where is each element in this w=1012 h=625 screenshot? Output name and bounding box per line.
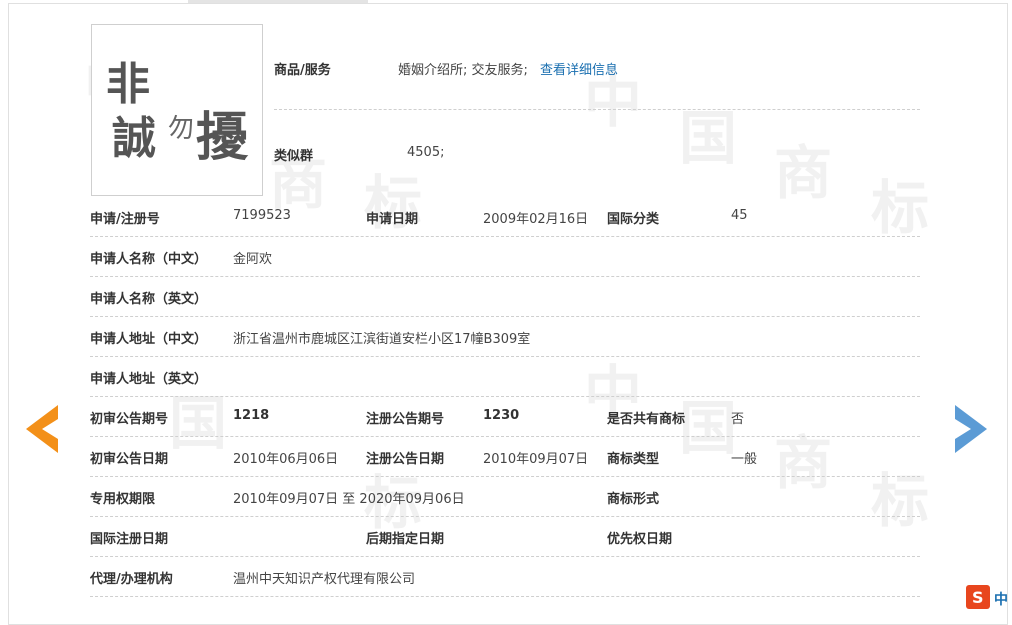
tm-form-label: 商标形式 [607, 492, 660, 507]
detail-row: 申请人地址（中文） 浙江省温州市鹿城区江滨街道安栏小区17幢B309室 [90, 317, 920, 357]
goods-detail-link[interactable]: 查看详细信息 [540, 59, 618, 78]
prelim-no-label: 初审公告期号 [90, 412, 169, 427]
detail-row: 国际注册日期 后期指定日期 优先权日期 [90, 517, 920, 557]
detail-row: 申请人名称（中文） 金阿欢 [90, 237, 920, 277]
prelim-date-label: 初审公告日期 [90, 452, 169, 467]
sogou-s-icon: S 中 [966, 585, 1008, 609]
later-date-label: 后期指定日期 [366, 532, 445, 547]
trademark-logo: 非 誠 勿 擾 [106, 59, 249, 168]
detail-row: 专用权期限 2010年09月07日 至 2020年09月06日 商标形式 [90, 477, 920, 517]
reg-pub-no-label: 注册公告期号 [366, 412, 445, 427]
ime-toolbar[interactable]: S 中 [966, 584, 1012, 610]
intl-class-value: 45 [731, 208, 748, 223]
detail-row: 代理/办理机构 温州中天知识产权代理有限公司 [90, 557, 920, 597]
detail-row: 初审公告期号 1218 注册公告期号 1230 是否共有商标 否 [90, 397, 920, 437]
shared-label: 是否共有商标 [607, 412, 686, 427]
exclusive-label: 专用权期限 [90, 492, 156, 507]
goods-value: 婚姻介绍所; 交友服务; [398, 63, 528, 78]
apply-date-value: 2009年02月16日 [483, 212, 589, 227]
right-arrow-icon [955, 405, 987, 453]
similar-group-row: 类似群 4505; [274, 110, 920, 194]
applicant-en-label: 申请人名称（英文） [90, 292, 208, 307]
address-cn-label: 申请人地址（中文） [90, 332, 208, 347]
reg-pub-no-value: 1230 [483, 408, 520, 423]
address-cn-value: 浙江省温州市鹿城区江滨街道安栏小区17幢B309室 [233, 332, 531, 347]
next-button[interactable] [953, 405, 987, 453]
detail-row: 申请人名称（英文） [90, 277, 920, 317]
prelim-no-value: 1218 [233, 408, 270, 423]
goods-row: 商品/服务 婚姻介绍所; 交友服务; 查看详细信息 [274, 24, 920, 110]
similar-group-value: 4505; [407, 145, 445, 160]
prev-button[interactable] [26, 405, 60, 453]
logo-char: 勿 [168, 114, 194, 144]
exclusive-value: 2010年09月07日 至 2020年09月06日 [233, 492, 465, 507]
left-arrow-icon [26, 405, 58, 453]
tm-type-value: 一般 [731, 452, 758, 467]
logo-char: 誠 [112, 113, 156, 164]
applicant-cn-value: 金阿欢 [233, 252, 273, 267]
tm-type-label: 商标类型 [607, 452, 660, 467]
reg-no-label: 申请/注册号 [90, 212, 160, 227]
trademark-image: 非 誠 勿 擾 [91, 24, 263, 196]
intl-reg-date-label: 国际注册日期 [90, 532, 169, 547]
agent-value: 温州中天知识产权代理有限公司 [233, 572, 416, 587]
agent-label: 代理/办理机构 [90, 572, 173, 587]
reg-pub-date-label: 注册公告日期 [366, 452, 445, 467]
intl-class-label: 国际分类 [607, 212, 660, 227]
reg-no-value: 7199523 [233, 208, 291, 223]
svg-text:S: S [972, 588, 984, 607]
logo-char: 擾 [196, 107, 249, 168]
ime-mode-char: 中 [994, 591, 1008, 608]
applicant-cn-label: 申请人名称（中文） [90, 252, 208, 267]
detail-row: 申请人地址（英文） [90, 357, 920, 397]
reg-pub-date-value: 2010年09月07日 [483, 452, 589, 467]
prelim-date-value: 2010年06月06日 [233, 452, 339, 467]
address-en-label: 申请人地址（英文） [90, 372, 208, 387]
logo-char: 非 [106, 59, 150, 110]
shared-value: 否 [731, 412, 745, 427]
similar-group-label: 类似群 [274, 149, 314, 164]
priority-label: 优先权日期 [607, 532, 673, 547]
apply-date-label: 申请日期 [366, 212, 419, 227]
detail-row: 申请/注册号 7199523 申请日期 2009年02月16日 国际分类 45 [90, 196, 920, 237]
detail-row: 初审公告日期 2010年06月06日 注册公告日期 2010年09月07日 商标… [90, 437, 920, 477]
goods-label: 商品/服务 [274, 63, 331, 78]
